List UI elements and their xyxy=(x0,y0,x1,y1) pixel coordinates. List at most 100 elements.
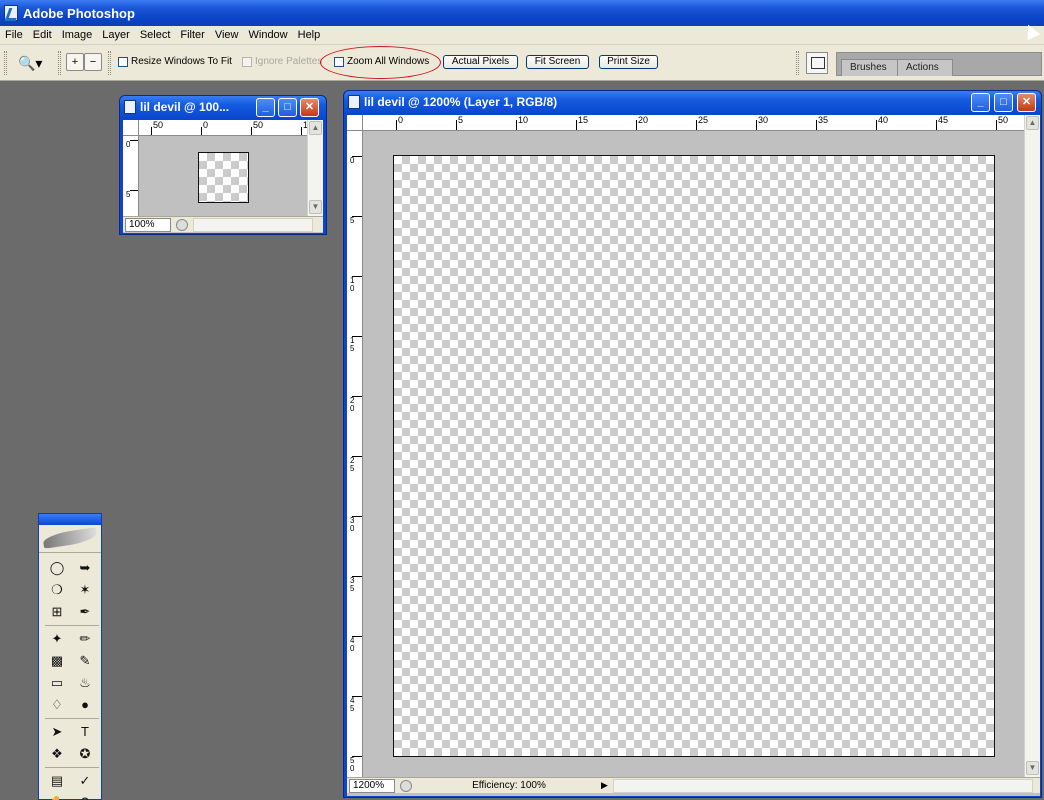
ruler-label: 5 xyxy=(126,190,131,199)
ruler-label: 5 xyxy=(458,115,464,125)
app-title: Adobe Photoshop xyxy=(23,5,135,21)
menu-window[interactable]: Window xyxy=(244,26,293,45)
zoom-in-icon[interactable]: + xyxy=(66,53,84,71)
menu-select[interactable]: Select xyxy=(135,26,176,45)
zoom-tool-preset-icon[interactable]: 🔍▾ xyxy=(18,55,42,72)
slice-tool-icon[interactable]: ✒ xyxy=(73,601,97,623)
menu-filter[interactable]: Filter xyxy=(175,26,209,45)
maximize-button[interactable]: □ xyxy=(278,98,297,117)
dodge-tool-icon[interactable]: ● xyxy=(73,694,97,716)
ignore-palettes-checkbox: Ignore Palettes xyxy=(242,56,322,67)
scroll-down-icon[interactable]: ▼ xyxy=(1026,761,1039,775)
menu-edit[interactable]: Edit xyxy=(28,26,57,45)
magic-wand-tool-icon[interactable]: ✶ xyxy=(73,579,97,601)
type-tool-icon[interactable]: T xyxy=(73,721,97,743)
actual-pixels-button[interactable]: Actual Pixels xyxy=(443,55,518,69)
scroll-down-icon[interactable]: ▼ xyxy=(309,200,322,214)
vertical-ruler[interactable]: 0 5 10 15 20 25 30 35 40 45 50 xyxy=(347,131,363,777)
status-arrow-icon[interactable]: ▶ xyxy=(601,780,611,791)
crop-tool-icon[interactable]: ⊞ xyxy=(45,601,69,623)
marquee-tool-icon[interactable]: ◯ xyxy=(45,557,69,579)
photoshop-app-icon xyxy=(4,5,18,21)
ruler-label: 15 xyxy=(350,336,355,353)
maximize-button[interactable]: □ xyxy=(994,93,1013,112)
zoom-level-field[interactable]: 1200% xyxy=(349,778,395,793)
ruler-label: 15 xyxy=(578,115,589,125)
toolbox-header[interactable] xyxy=(39,525,101,553)
ruler-label: 35 xyxy=(350,576,355,593)
menu-file[interactable]: File xyxy=(0,26,28,45)
status-text: Efficiency: 100% xyxy=(472,780,546,791)
scroll-up-icon[interactable]: ▲ xyxy=(309,121,322,135)
tool-separator xyxy=(45,767,99,768)
eraser-tool-icon[interactable]: ▭ xyxy=(45,672,69,694)
toolbox-title-bar[interactable] xyxy=(39,514,101,525)
minimize-button[interactable]: _ xyxy=(256,98,275,117)
zoom-level-field[interactable]: 100% xyxy=(125,217,171,232)
ruler-label: 25 xyxy=(698,115,709,125)
menu-image[interactable]: Image xyxy=(57,26,98,45)
toggle-palettes-icon[interactable] xyxy=(806,52,828,74)
ruler-label: 0 xyxy=(398,115,404,125)
ruler-label: 10 xyxy=(518,115,529,125)
menu-layer[interactable]: Layer xyxy=(97,26,135,45)
zoom-tool-icon[interactable]: ⚲ xyxy=(73,792,97,800)
resize-windows-to-fit-checkbox[interactable]: Resize Windows To Fit xyxy=(118,56,232,67)
fit-screen-button[interactable]: Fit Screen xyxy=(526,55,589,69)
blur-tool-icon[interactable]: ♢ xyxy=(45,694,69,716)
healing-brush-tool-icon[interactable]: ✦ xyxy=(45,628,69,650)
custom-shape-tool-icon[interactable]: ✪ xyxy=(73,743,97,765)
print-size-button[interactable]: Print Size xyxy=(599,55,658,69)
ruler-label: 30 xyxy=(758,115,769,125)
scroll-up-icon[interactable]: ▲ xyxy=(1026,116,1039,130)
status-menu-icon[interactable] xyxy=(400,779,412,792)
ruler-label: 0 xyxy=(126,140,131,149)
horizontal-ruler[interactable]: 50 0 50 10 xyxy=(139,120,307,136)
vertical-scrollbar[interactable]: ▲ ▼ xyxy=(1024,115,1040,777)
vertical-ruler[interactable]: 0 5 xyxy=(123,136,139,216)
paint-bucket-tool-icon[interactable]: ♨ xyxy=(73,672,97,694)
path-selection-tool-icon[interactable]: ➤ xyxy=(45,721,69,743)
zoom-out-icon[interactable]: − xyxy=(84,53,102,71)
highlight-annotation-ellipse xyxy=(320,46,441,79)
ruler-label: 10 xyxy=(350,276,355,293)
close-button[interactable]: ✕ xyxy=(300,98,319,117)
canvas-thumbnail[interactable] xyxy=(198,152,249,203)
hand-tool-icon[interactable]: ✋ xyxy=(45,792,69,800)
horizontal-scrollbar[interactable] xyxy=(613,778,1033,793)
clone-stamp-tool-icon[interactable]: ▩ xyxy=(45,650,69,672)
options-divider xyxy=(796,51,799,75)
ruler-label: 50 xyxy=(998,115,1009,125)
lasso-tool-icon[interactable]: ❍ xyxy=(45,579,69,601)
eyedropper-tool-icon[interactable]: ✓ xyxy=(73,770,97,792)
ruler-label: 40 xyxy=(878,115,889,125)
checkbox-box[interactable] xyxy=(118,56,128,67)
document-title-bar[interactable]: lil devil @ 1200% (Layer 1, RGB/8) xyxy=(344,91,1041,113)
document-canvas-area: 50 0 50 10 0 5 ▲ ▼ 100% xyxy=(123,120,323,233)
pen-tool-icon[interactable]: ❖ xyxy=(45,743,69,765)
history-brush-tool-icon[interactable]: ✎ xyxy=(73,650,97,672)
minimize-button[interactable]: _ xyxy=(971,93,990,112)
horizontal-ruler[interactable]: 0 5 10 15 20 25 30 35 40 45 50 xyxy=(363,115,1024,131)
document-icon xyxy=(348,95,360,109)
horizontal-scrollbar[interactable] xyxy=(193,217,313,232)
toolbox: ◯ ➥ ❍ ✶ ⊞ ✒ ✦ ✏ ▩ ✎ ▭ ♨ ♢ ● ➤ T ❖ ✪ ▤ ✓ … xyxy=(38,513,102,800)
palette-tab-actions[interactable]: Actions xyxy=(897,59,953,76)
ruler-origin[interactable] xyxy=(123,120,139,136)
menu-bar: File Edit Image Layer Select Filter View… xyxy=(0,26,1044,45)
move-tool-icon[interactable]: ➥ xyxy=(73,557,97,579)
checkbox-box xyxy=(242,56,252,67)
ruler-label: 25 xyxy=(350,456,355,473)
palette-tab-brushes[interactable]: Brushes xyxy=(841,59,899,76)
ruler-origin[interactable] xyxy=(347,115,363,131)
notes-tool-icon[interactable]: ▤ xyxy=(45,770,69,792)
menu-help[interactable]: Help xyxy=(293,26,326,45)
transparent-canvas[interactable] xyxy=(393,155,995,757)
vertical-scrollbar[interactable]: ▲ ▼ xyxy=(307,120,323,216)
close-button[interactable]: ✕ xyxy=(1017,93,1036,112)
brush-tool-icon[interactable]: ✏ xyxy=(73,628,97,650)
status-menu-icon[interactable] xyxy=(176,218,188,231)
ruler-label: 50 xyxy=(253,120,264,130)
options-bar-grip[interactable] xyxy=(4,51,7,75)
menu-view[interactable]: View xyxy=(210,26,244,45)
